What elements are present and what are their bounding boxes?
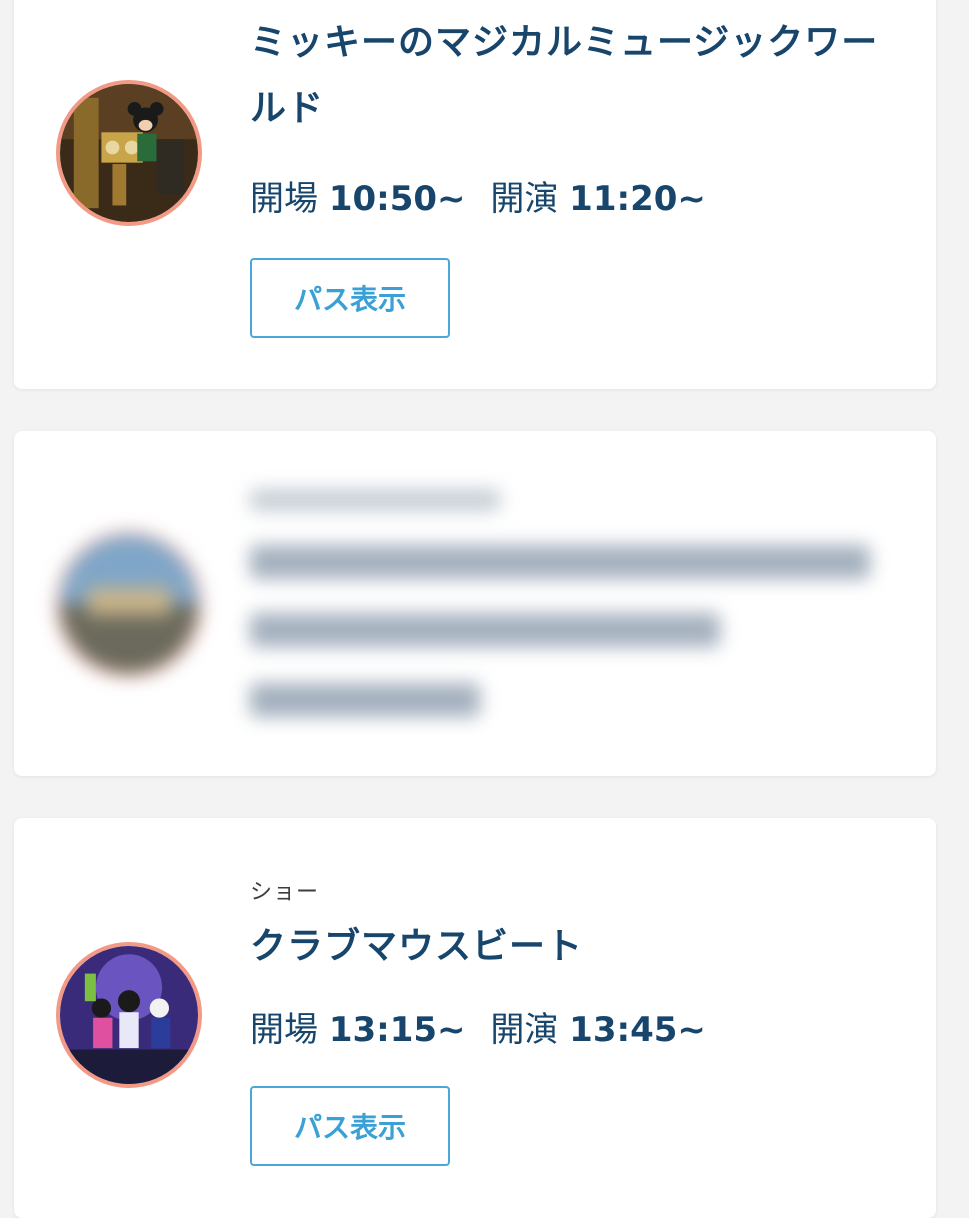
show-card-magical-music-world[interactable]: ミッキーのマジカルミュージックワールド 開場 10:50~ 開演 11:20~ … [14, 0, 936, 389]
blurred-thumbnail-image [56, 531, 202, 677]
show-thumbnail-image [56, 80, 202, 226]
show-times: 開場 13:15~ 開演 13:45~ [250, 1002, 720, 1051]
show-time: 13:45~ [569, 1010, 706, 1050]
open-label: 開場 [250, 1010, 318, 1050]
blurred-content [14, 431, 936, 776]
show-label: 開演 [490, 1010, 559, 1050]
open-time: 13:15~ [328, 1010, 466, 1050]
show-pass-button[interactable]: パス表示 [250, 1086, 450, 1166]
open-time: 10:50~ [328, 179, 466, 219]
open-label: 開場 [250, 179, 318, 219]
show-time: 11:20~ [569, 179, 706, 219]
show-times: 開場 10:50~ 開演 11:20~ [250, 171, 720, 220]
show-category: ショー [250, 880, 320, 905]
show-title: クラブマウスビート [250, 926, 584, 967]
show-thumbnail-image [56, 942, 202, 1088]
show-title: ミッキーのマジカルミュージックワールド [250, 22, 879, 129]
show-label: 開演 [490, 179, 559, 219]
show-card-club-mouse-beat[interactable]: ショー クラブマウスビート 開場 13:15~ 開演 13:45~ パス表示 [14, 818, 936, 1218]
blurred-card [14, 431, 936, 776]
show-pass-button[interactable]: パス表示 [250, 258, 450, 338]
